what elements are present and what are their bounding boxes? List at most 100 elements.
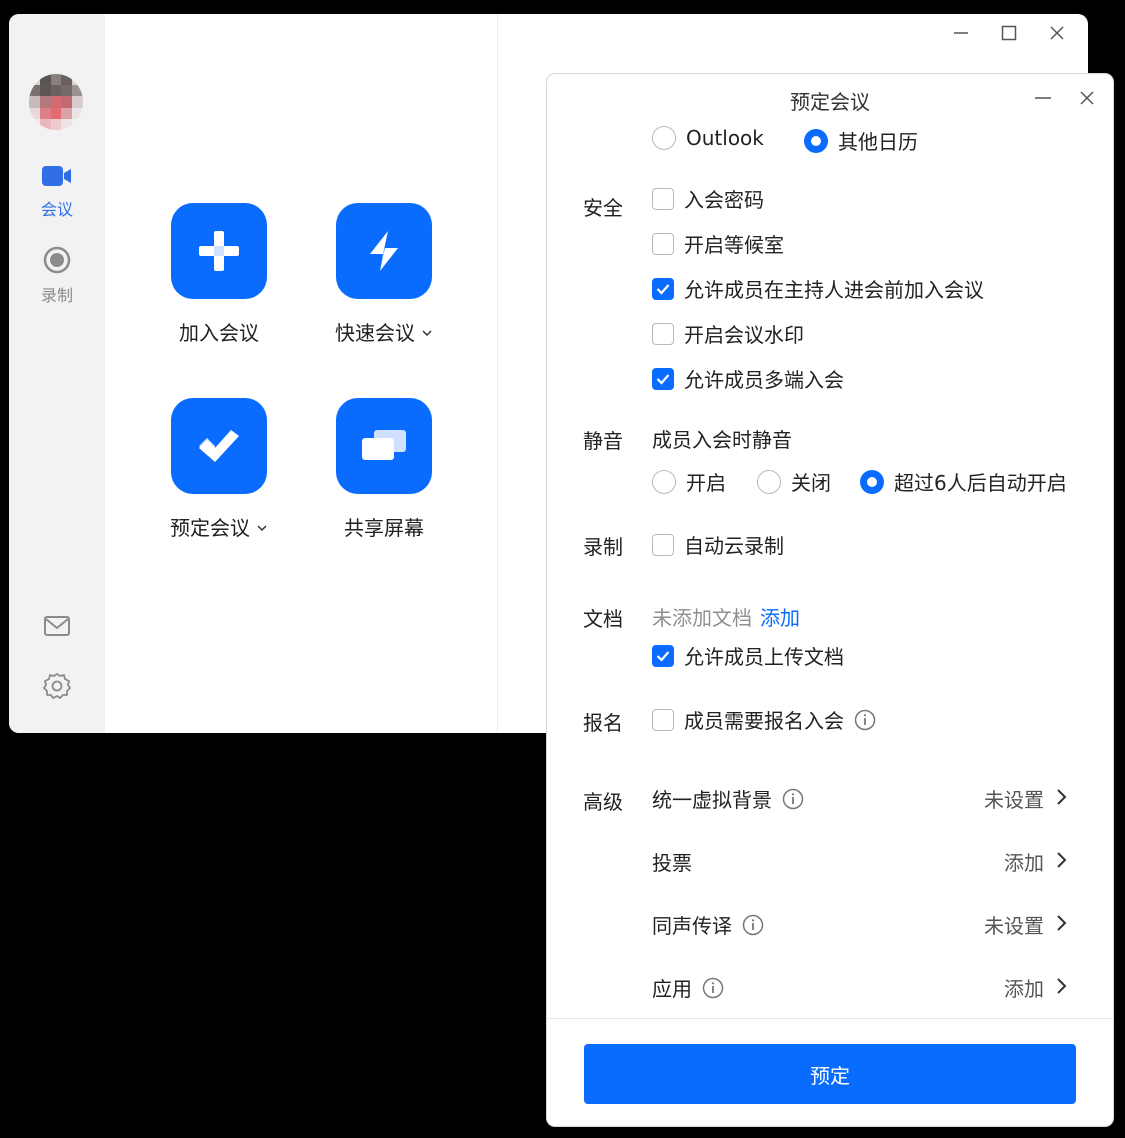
sidebar-item-record[interactable]: 录制: [9, 246, 105, 306]
checkbox-label: 允许成员上传文档: [684, 645, 844, 669]
mail-icon[interactable]: [43, 612, 71, 640]
advanced-item-label: 投票: [652, 851, 692, 875]
checkbox-label: 成员需要报名入会: [684, 709, 844, 733]
radio-label: Outlook: [686, 126, 764, 150]
section-label-record: 录制: [583, 535, 623, 559]
checkbox-checked[interactable]: [652, 644, 674, 667]
share-screen-button[interactable]: 共享屏幕: [299, 398, 469, 541]
chevron-right-icon: [1056, 976, 1068, 1000]
schedule-dialog: 预定会议 Outlook 其他日历 安全 入会密码 开启等候室 允许成员在主持人…: [547, 74, 1113, 1126]
chevron-down-icon[interactable]: [421, 320, 433, 344]
radio[interactable]: [757, 469, 781, 494]
advanced-item-label: 同声传译: [652, 914, 732, 938]
section-label-security: 安全: [583, 196, 623, 220]
advanced-item-virtual-background[interactable]: 统一虚拟背景 未设置: [652, 784, 1068, 813]
sidebar-item-label: 会议: [40, 200, 73, 219]
advanced-item-label: 统一虚拟背景: [652, 788, 772, 812]
checkbox-label: 入会密码: [684, 188, 764, 212]
radio-label: 其他日历: [838, 130, 918, 154]
chevron-right-icon: [1056, 913, 1068, 937]
quick-meeting-button[interactable]: 快速会议: [299, 203, 469, 346]
checkbox-label: 开启会议水印: [684, 323, 804, 347]
info-icon[interactable]: [702, 977, 724, 999]
checkbox-row[interactable]: 开启会议水印: [652, 319, 804, 348]
mute-option-on[interactable]: 开启: [652, 467, 726, 496]
checkbox-row[interactable]: 入会密码: [652, 184, 764, 213]
record-icon: [43, 246, 71, 278]
mute-option-off[interactable]: 关闭: [757, 467, 831, 496]
info-icon[interactable]: [742, 914, 764, 936]
calendar-option-outlook[interactable]: Outlook: [652, 126, 764, 150]
checkbox[interactable]: [652, 232, 674, 255]
section-label-docs: 文档: [583, 607, 623, 631]
radio-other-calendar[interactable]: [804, 128, 828, 153]
sidebar-item-label: 录制: [40, 286, 73, 305]
checkbox-label: 开启等候室: [684, 233, 784, 257]
chevron-down-icon[interactable]: [256, 515, 268, 539]
minimize-icon[interactable]: [1031, 88, 1055, 108]
schedule-meeting-button[interactable]: 预定会议: [134, 398, 304, 541]
checkbox-row[interactable]: 允许成员多端入会: [652, 364, 844, 393]
add-doc-link[interactable]: 添加: [760, 602, 800, 631]
window-controls: [948, 20, 1070, 46]
checkbox-row[interactable]: 成员需要报名入会: [652, 705, 876, 734]
info-icon[interactable]: [854, 709, 876, 731]
checkbox[interactable]: [652, 708, 674, 731]
checkbox-checked[interactable]: [652, 277, 674, 300]
schedule-meeting-label: 预定会议: [170, 516, 250, 540]
docs-empty-text: 未添加文档: [652, 606, 752, 630]
share-screen-label: 共享屏幕: [344, 516, 424, 540]
advanced-item-value: 未设置: [984, 788, 1044, 812]
minimize-icon[interactable]: [948, 20, 974, 46]
checkmark-icon: [171, 398, 267, 494]
quick-meeting-label: 快速会议: [335, 321, 415, 345]
advanced-item-label: 应用: [652, 977, 692, 1001]
checkbox-row[interactable]: 允许成员在主持人进会前加入会议: [652, 274, 984, 303]
avatar[interactable]: [29, 74, 83, 130]
check-icon: [656, 373, 670, 385]
checkbox-label: 允许成员多端入会: [684, 368, 844, 392]
radio-label: 关闭: [791, 471, 831, 495]
check-icon: [656, 650, 670, 662]
advanced-item-interpretation[interactable]: 同声传译 未设置: [652, 910, 1068, 939]
lightning-icon: [336, 203, 432, 299]
mute-subtitle: 成员入会时静音: [652, 428, 792, 452]
checkbox-row[interactable]: 开启等候室: [652, 229, 784, 258]
radio-selected[interactable]: [860, 469, 884, 494]
radio-label: 超过6人后自动开启: [894, 471, 1067, 495]
radio[interactable]: [652, 469, 676, 494]
chevron-right-icon: [1056, 787, 1068, 811]
info-icon[interactable]: [782, 788, 804, 810]
docs-status: 未添加文档 添加: [652, 602, 800, 631]
checkbox[interactable]: [652, 533, 674, 556]
sidebar-item-meeting[interactable]: 会议: [9, 164, 105, 220]
close-icon[interactable]: [1075, 88, 1099, 108]
checkbox-checked[interactable]: [652, 367, 674, 390]
checkbox-row[interactable]: 自动云录制: [652, 530, 784, 559]
schedule-submit-button[interactable]: 预定: [584, 1044, 1076, 1104]
checkbox-label: 自动云录制: [684, 534, 784, 558]
calendar-option-other[interactable]: 其他日历: [804, 126, 918, 155]
check-icon: [656, 283, 670, 295]
radio-label: 开启: [686, 471, 726, 495]
join-meeting-button[interactable]: 加入会议: [134, 203, 304, 346]
section-label-advanced: 高级: [583, 790, 623, 814]
gear-icon[interactable]: [43, 672, 71, 700]
checkbox[interactable]: [652, 322, 674, 345]
mute-option-auto[interactable]: 超过6人后自动开启: [860, 467, 1067, 496]
section-label-mute: 静音: [583, 429, 623, 453]
advanced-item-value: 添加: [1004, 851, 1044, 875]
footer-divider: [547, 1018, 1113, 1019]
radio-outlook[interactable]: [652, 126, 676, 150]
advanced-item-apps[interactable]: 应用 添加: [652, 973, 1068, 1002]
advanced-item-poll[interactable]: 投票 添加: [652, 847, 1068, 876]
plus-icon: [171, 203, 267, 299]
dialog-title: 预定会议: [790, 90, 870, 114]
maximize-icon[interactable]: [996, 20, 1022, 46]
checkbox-row[interactable]: 允许成员上传文档: [652, 641, 844, 670]
advanced-item-value: 未设置: [984, 914, 1044, 938]
share-screen-icon: [336, 398, 432, 494]
join-meeting-label: 加入会议: [179, 321, 259, 345]
close-icon[interactable]: [1044, 20, 1070, 46]
checkbox[interactable]: [652, 187, 674, 210]
